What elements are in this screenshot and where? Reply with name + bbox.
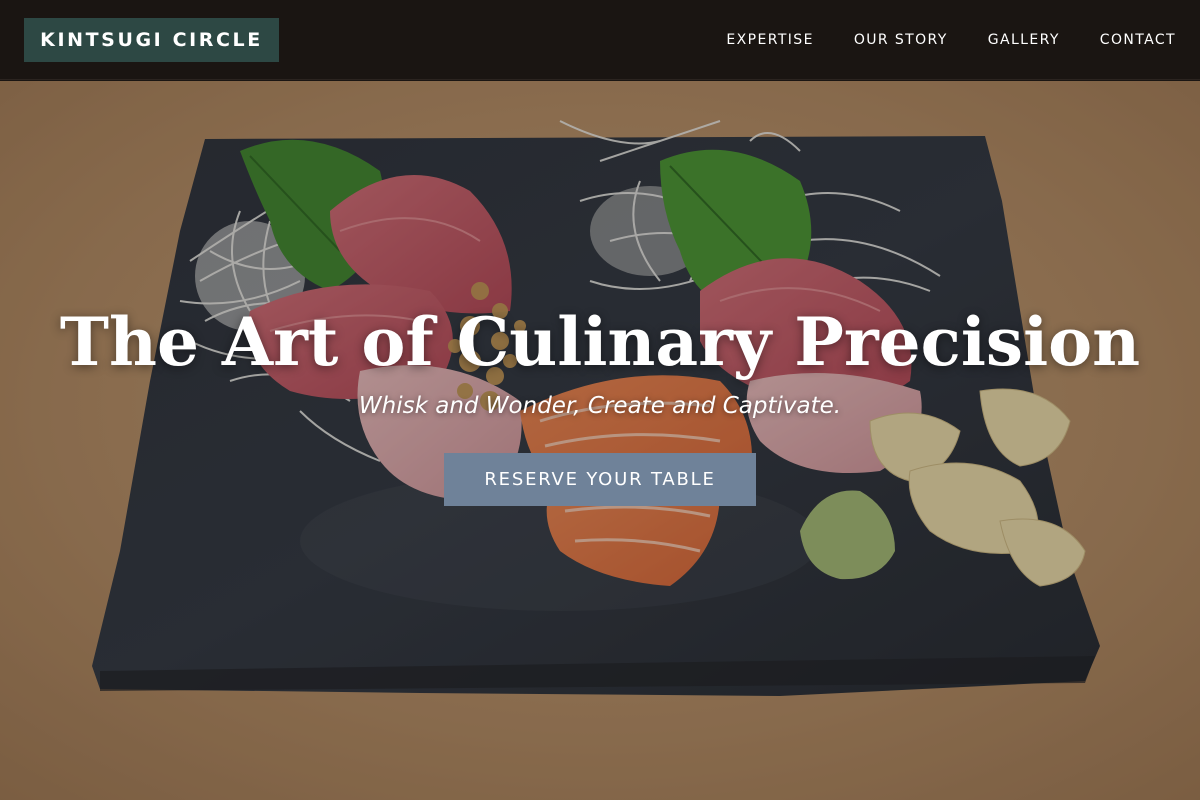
- reserve-table-button[interactable]: RESERVE YOUR TABLE: [444, 453, 756, 506]
- hero-title: The Art of Culinary Precision: [59, 303, 1141, 381]
- hero-subtitle: Whisk and Wonder, Create and Captivate.: [358, 393, 842, 419]
- main-nav: EXPERTISE OUR STORY GALLERY CONTACT: [686, 0, 1176, 80]
- nav-link-our-story[interactable]: OUR STORY: [854, 32, 948, 48]
- hero-section: The Art of Culinary Precision Whisk and …: [0, 81, 1200, 800]
- brand-logo[interactable]: KINTSUGI CIRCLE: [24, 18, 279, 62]
- nav-link-gallery[interactable]: GALLERY: [988, 32, 1060, 48]
- site-header: KINTSUGI CIRCLE EXPERTISE OUR STORY GALL…: [0, 0, 1200, 80]
- nav-link-contact[interactable]: CONTACT: [1100, 32, 1176, 48]
- nav-link-expertise[interactable]: EXPERTISE: [726, 32, 813, 48]
- hero-overlay: [0, 81, 1200, 800]
